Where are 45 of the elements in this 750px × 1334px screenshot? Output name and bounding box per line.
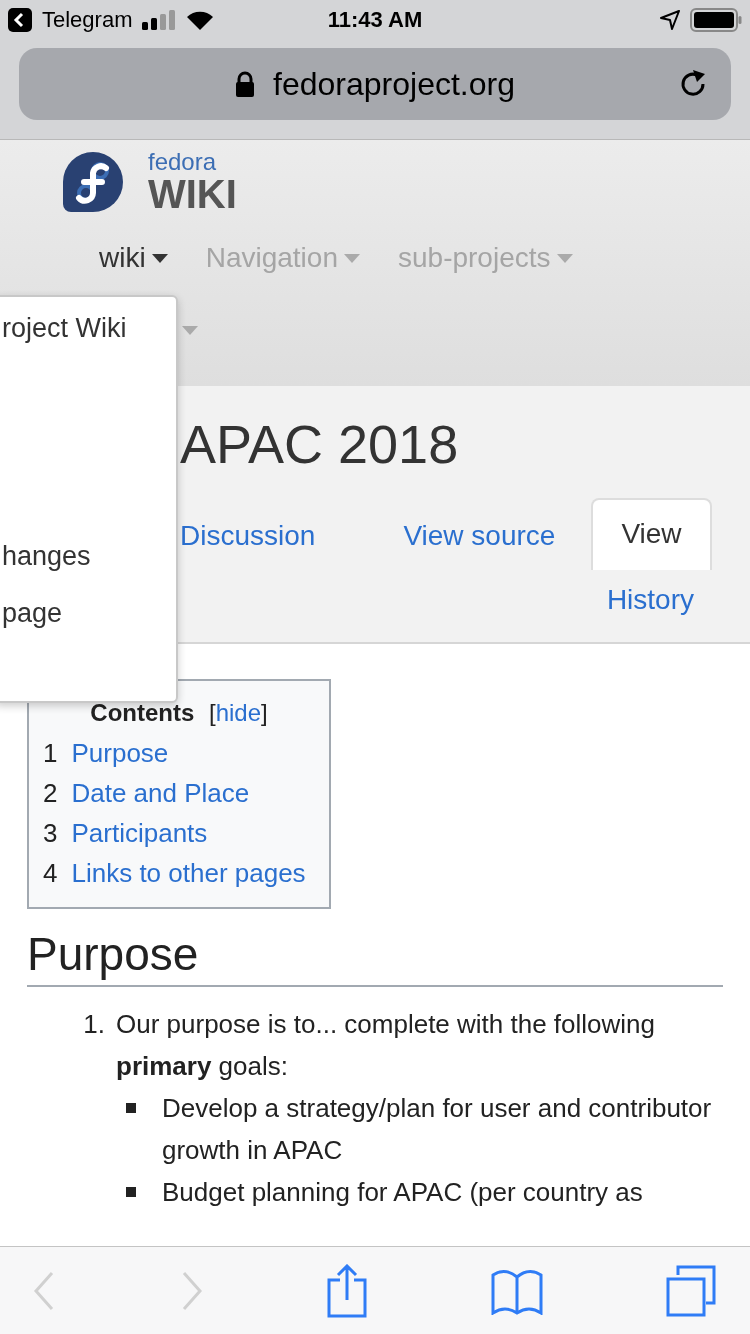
menu-item[interactable]: roject Wiki bbox=[2, 313, 127, 343]
logo-icon[interactable] bbox=[62, 151, 124, 213]
bullet-icon bbox=[126, 1187, 136, 1197]
toc-number: 2 bbox=[43, 777, 58, 810]
address-bar[interactable]: fedoraproject.org bbox=[19, 48, 731, 120]
logo-wordmark: fedora bbox=[148, 150, 218, 174]
page-tab[interactable]: View source bbox=[403, 520, 556, 570]
bullet-icon bbox=[126, 1103, 136, 1113]
menu-item[interactable]: page bbox=[2, 598, 63, 628]
toc-toggle-link[interactable]: hide bbox=[215, 699, 261, 726]
page-tab[interactable]: Discussion bbox=[180, 520, 316, 570]
nav-menu[interactable]: wiki bbox=[99, 242, 168, 274]
share-icon[interactable] bbox=[327, 1263, 367, 1318]
toc-title: Contents bbox=[90, 699, 195, 726]
toc-number: 4 bbox=[43, 857, 58, 890]
page-tab[interactable]: History bbox=[606, 584, 694, 616]
signal-icon bbox=[142, 10, 177, 30]
toc-link[interactable]: Participants bbox=[71, 813, 208, 853]
caret-icon bbox=[344, 253, 360, 263]
bracket: ] bbox=[261, 699, 268, 726]
bullet-text: Develop a strategy/plan for user and contributor growth in APAC bbox=[162, 1092, 713, 1167]
back-app-label[interactable]: Telegram bbox=[42, 7, 133, 33]
caret-icon bbox=[556, 253, 573, 263]
tabs-icon[interactable] bbox=[666, 1264, 716, 1317]
clock: 11:43 AM bbox=[327, 7, 423, 33]
toc-number: 1 bbox=[43, 737, 58, 770]
toc-link[interactable]: Purpose bbox=[71, 733, 169, 773]
section-heading: Purpose bbox=[27, 927, 723, 987]
toc-link[interactable]: Date and Place bbox=[71, 773, 250, 813]
bracket: [ bbox=[208, 699, 216, 726]
back-icon[interactable] bbox=[8, 8, 32, 32]
location-arrow-icon bbox=[660, 10, 680, 30]
toc-link[interactable]: Links to other pages bbox=[71, 853, 306, 893]
toc-number: 3 bbox=[43, 817, 58, 850]
lock-icon bbox=[235, 71, 256, 97]
menu-item[interactable]: hanges bbox=[2, 541, 91, 571]
caret-icon bbox=[151, 253, 168, 263]
list-text: Our purpose is to... complete with the following primary goals: bbox=[116, 1008, 657, 1083]
wifi-icon bbox=[186, 10, 215, 30]
page-title: APAC 2018 bbox=[180, 413, 460, 476]
list-number: 1. bbox=[82, 1008, 106, 1041]
bullet-text: Budget planning for APAC (per country as bbox=[162, 1176, 643, 1209]
page-tab[interactable]: View bbox=[591, 498, 712, 570]
battery-icon bbox=[690, 8, 742, 32]
logo-title: WIKI bbox=[148, 174, 237, 214]
